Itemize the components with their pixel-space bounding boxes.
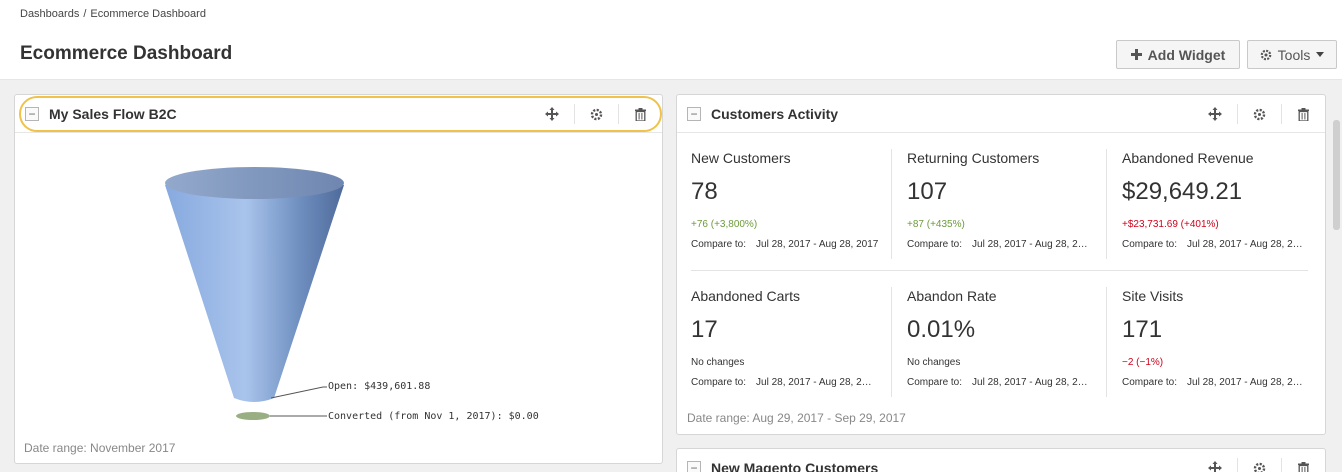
gear-icon[interactable] [1237,458,1281,472]
sales-flow-widget: − My Sales Flow B2C Open: $439,601.88 Co… [14,94,663,464]
metric-compare: Compare to: Jul 28, 2017 - Aug 28, 2017 [1122,239,1305,250]
compare-label: Compare to: [1122,377,1178,388]
metric-divider [1106,287,1107,397]
metric-compare: Compare to: Jul 28, 2017 - Aug 28, 2017 [691,239,881,250]
metric-value: 0.01% [907,316,976,343]
gear-icon [1260,49,1271,60]
widget-header: − My Sales Flow B2C [15,95,662,133]
funnel-converted-label: Converted (from Nov 1, 2017): $0.00 [328,411,539,422]
breadcrumb-dashboards[interactable]: Dashboards [20,8,79,20]
metric-change: +87 (+435%) [907,219,965,230]
metric-change: −2 (−1%) [1122,357,1164,368]
add-widget-button[interactable]: Add Widget [1116,40,1240,69]
compare-label: Compare to: [691,239,747,250]
metric-value: 107 [907,178,948,205]
widget-title: New Magento Customers [711,459,879,472]
chevron-down-icon [1316,52,1325,57]
metric-change: +76 (+3,800%) [691,219,758,230]
customers-activity-widget: − Customers Activity New Customers 78 +7… [676,94,1326,435]
new-magento-customers-widget: − New Magento Customers [676,448,1326,472]
widget-actions [1193,95,1325,133]
add-widget-label: Add Widget [1147,46,1226,63]
widget-actions [1193,449,1325,472]
trash-icon[interactable] [1281,458,1325,472]
breadcrumb-current: Ecommerce Dashboard [90,8,206,20]
metric-label: Abandon Rate [907,288,997,304]
metric-change: No changes [907,357,961,368]
metric-value: $29,649.21 [1122,178,1243,205]
funnel-converted-segment [236,412,270,420]
metric-change: No changes [691,357,745,368]
funnel-top-cap [165,167,344,199]
widget-title: Customers Activity [711,105,839,122]
open-label-leader [270,386,327,399]
metric-change: +$23,731.69 (+401%) [1122,219,1219,230]
plus-icon [1130,49,1142,60]
widget-actions [530,95,662,133]
compare-range: Jul 28, 2017 - Aug 28, 2017 [756,377,876,388]
compare-range: Jul 28, 2017 - Aug 28, 2017 [1187,239,1305,250]
widget-title: My Sales Flow B2C [49,105,177,122]
compare-range: Jul 28, 2017 - Aug 28, 2017 [756,239,879,250]
funnel-open-segment [165,185,344,402]
metric-compare: Compare to: Jul 28, 2017 - Aug 28, 2017 [691,377,876,388]
collapse-button[interactable]: − [25,106,39,121]
trash-icon[interactable] [618,104,662,124]
metric-divider [891,149,892,259]
compare-label: Compare to: [907,377,963,388]
breadcrumb: Dashboards / Ecommerce Dashboard [20,8,206,20]
metric-divider [1106,149,1107,259]
tools-label: Tools [1277,46,1311,63]
metric-compare: Compare to: Jul 28, 2017 - Aug 28, 2017 [907,239,1090,250]
compare-range: Jul 28, 2017 - Aug 28, 2017 [1187,377,1305,388]
metric-compare: Compare to: Jul 28, 2017 - Aug 28, 2017 [907,377,1090,388]
metric-divider [891,287,892,397]
metric-row-divider [691,270,1308,271]
scrollbar-thumb[interactable] [1333,120,1340,230]
collapse-button[interactable]: − [687,460,701,472]
funnel-open-label: Open: $439,601.88 [328,381,431,392]
compare-label: Compare to: [691,377,747,388]
metric-label: Returning Customers [907,150,1040,166]
date-range: Date range: Aug 29, 2017 - Sep 29, 2017 [687,411,906,425]
date-range: Date range: November 2017 [24,441,176,455]
move-icon[interactable] [530,104,574,124]
page-header: Dashboards / Ecommerce Dashboard Ecommerce… [0,0,1342,80]
metric-label: Site Visits [1122,288,1184,304]
compare-range: Jul 28, 2017 - Aug 28, 2017 [972,377,1090,388]
move-icon[interactable] [1193,104,1237,124]
move-icon[interactable] [1193,458,1237,472]
metric-value: 78 [691,178,718,205]
tools-button[interactable]: Tools [1247,40,1337,69]
trash-icon[interactable] [1281,104,1325,124]
compare-label: Compare to: [907,239,963,250]
metric-compare: Compare to: Jul 28, 2017 - Aug 28, 2017 [1122,377,1305,388]
widget-header: − Customers Activity [677,95,1325,133]
metric-label: Abandoned Carts [691,288,800,304]
metric-label: New Customers [691,150,791,166]
breadcrumb-separator: / [83,8,87,20]
widget-header: − New Magento Customers [677,449,1325,472]
gear-icon[interactable] [1237,104,1281,124]
collapse-button[interactable]: − [687,106,701,121]
metric-value: 17 [691,316,718,343]
gear-icon[interactable] [574,104,618,124]
compare-range: Jul 28, 2017 - Aug 28, 2017 [972,239,1090,250]
page-title: Ecommerce Dashboard [20,43,233,64]
compare-label: Compare to: [1122,239,1178,250]
metric-label: Abandoned Revenue [1122,150,1254,166]
metric-value: 171 [1122,316,1163,343]
